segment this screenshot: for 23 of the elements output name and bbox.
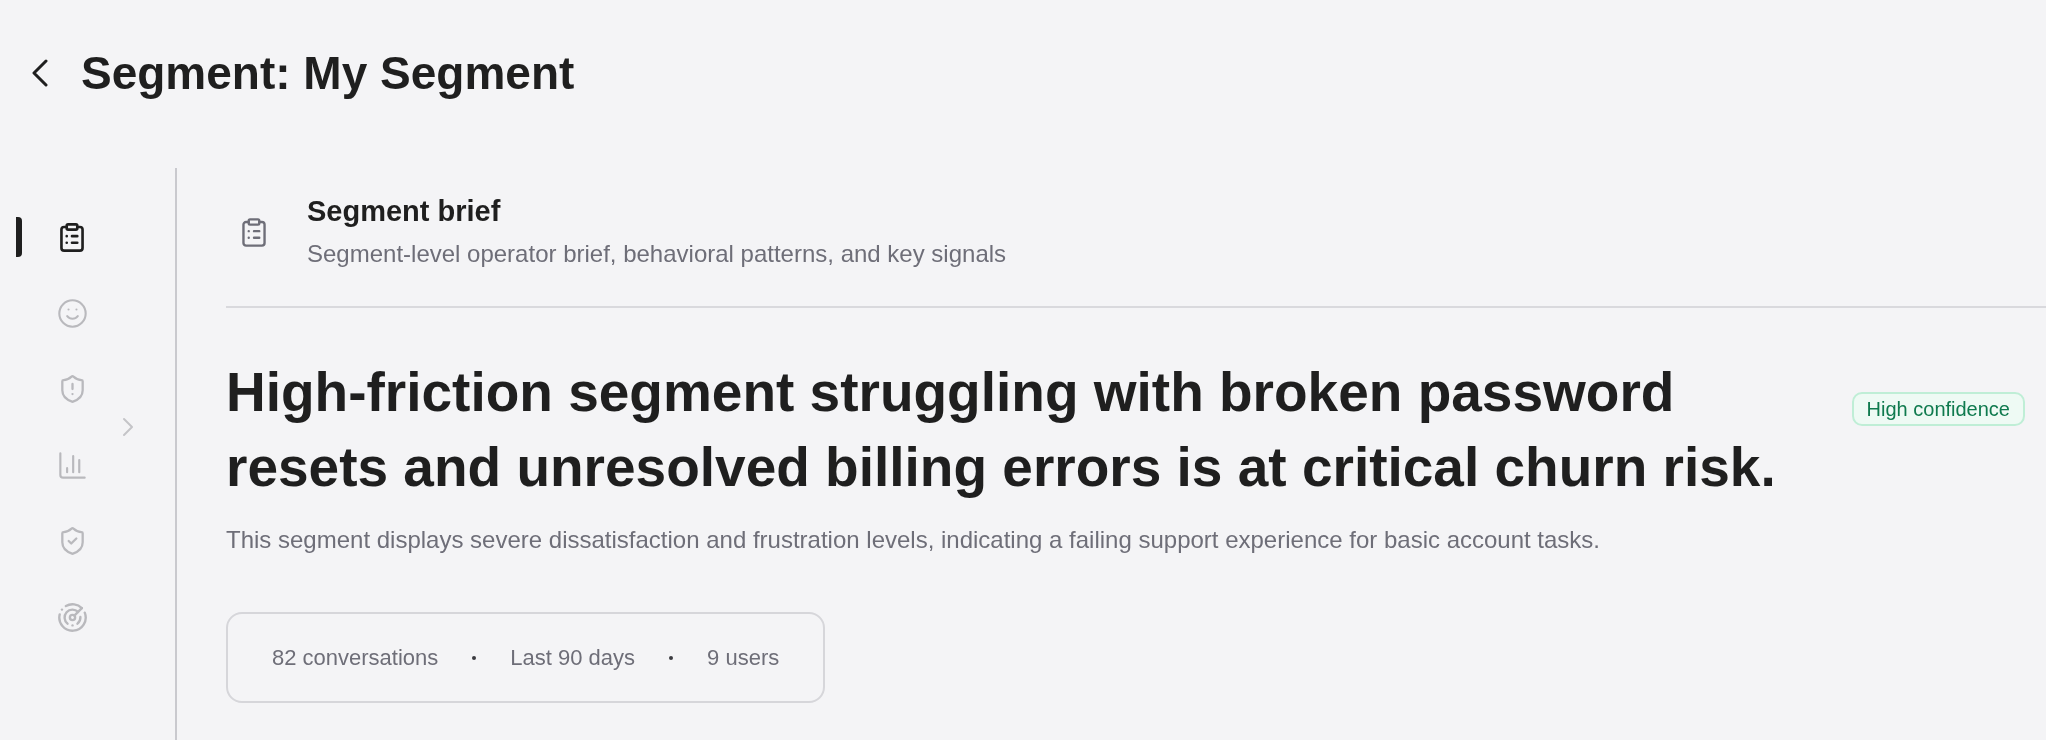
expand-sidebar-button[interactable] bbox=[122, 417, 134, 437]
smiley-face-icon bbox=[57, 298, 87, 328]
section-subtitle: Segment-level operator brief, behavioral patterns, and key signals bbox=[307, 239, 1007, 269]
active-indicator bbox=[16, 217, 22, 257]
summary-headline: High-friction segment struggling with broken password resets and unresolved billing errors is at critical churn risk. bbox=[226, 360, 1777, 500]
confidence-badge: High confidence bbox=[1851, 392, 2025, 426]
section-title: Segment brief bbox=[307, 194, 502, 228]
summary-description: This segment displays severe dissatisfaction and frustration levels, indicating a failing support experience for basic account tasks. bbox=[226, 525, 1602, 555]
chevron-right-icon bbox=[122, 417, 134, 437]
bar-chart-icon bbox=[58, 451, 86, 479]
clipboard-list-icon bbox=[60, 222, 84, 252]
stat-item: 82 conversations bbox=[272, 643, 439, 672]
page-title: Segment: My Segment bbox=[81, 46, 575, 101]
back-button[interactable] bbox=[31, 59, 49, 87]
separator-dot-icon bbox=[669, 655, 674, 660]
separator-dot-icon bbox=[472, 655, 477, 660]
stat-item: 9 users bbox=[707, 643, 780, 672]
shield-check-icon bbox=[60, 527, 84, 555]
stat-item: Last 90 days bbox=[510, 643, 636, 672]
clipboard-list-icon bbox=[242, 217, 266, 247]
chevron-left-icon bbox=[31, 59, 49, 87]
shield-exclamation-icon bbox=[60, 375, 84, 403]
radar-icon bbox=[57, 602, 87, 632]
